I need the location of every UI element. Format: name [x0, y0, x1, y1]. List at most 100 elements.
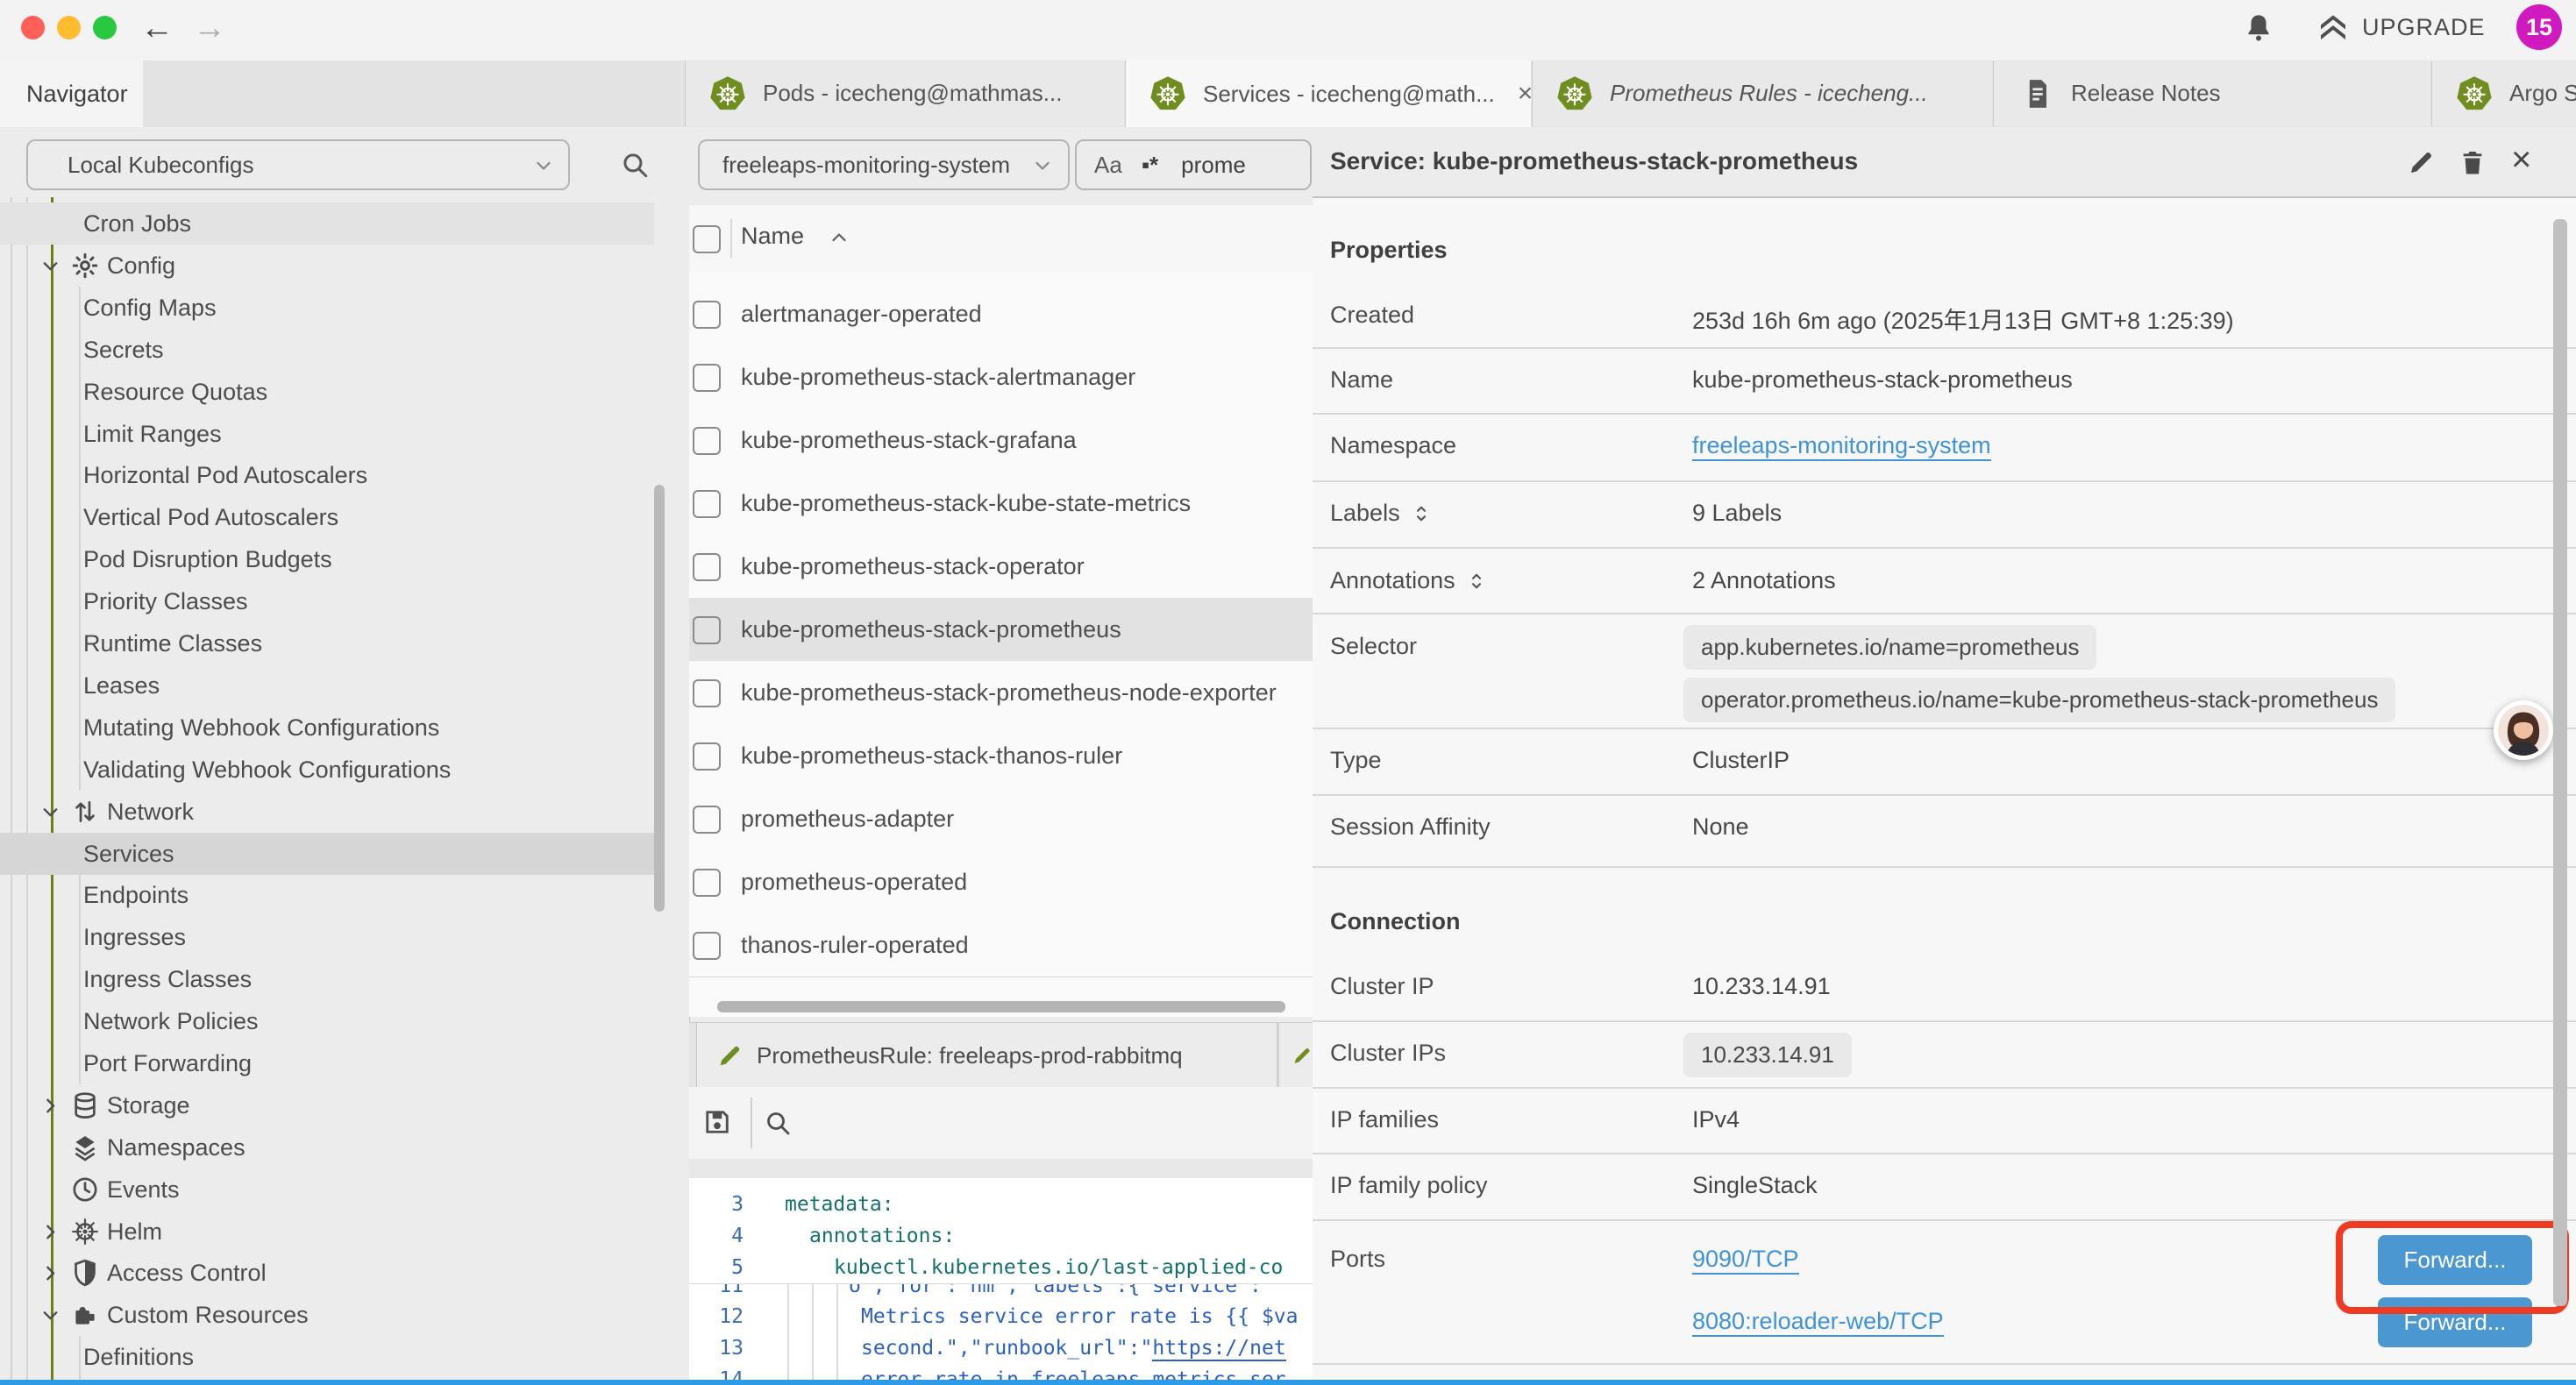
chevron-right-icon[interactable]	[39, 1094, 62, 1118]
yaml-editor[interactable]: 3metadata: 4annotations: 5kubectl.kubern…	[689, 1178, 1313, 1380]
window-minimize-button[interactable]	[57, 16, 81, 39]
list-search-input[interactable]: Aa ▪* prome	[1075, 139, 1312, 190]
sidebar-item-priority-classes[interactable]: Priority Classes	[0, 580, 654, 622]
notification-count-badge[interactable]: 15	[2516, 4, 2562, 50]
annotations-value[interactable]: 2 Annotations	[1692, 567, 1836, 594]
sidebar-item-namespaces[interactable]: Namespaces	[0, 1126, 654, 1168]
horizontal-scrollbar[interactable]	[717, 1001, 1285, 1012]
sidebar-item-horizontal-pod-autoscalers[interactable]: Horizontal Pod Autoscalers	[0, 454, 654, 496]
port-link-9090[interactable]: 9090/TCP	[1692, 1246, 1799, 1275]
sidebar-item-resource-quotas[interactable]: Resource Quotas	[0, 371, 654, 413]
code-link[interactable]: https://net	[1152, 1337, 1285, 1361]
chevron-down-icon[interactable]	[39, 1303, 62, 1327]
port-link-8080[interactable]: 8080:reloader-web/TCP	[1692, 1308, 1944, 1337]
chevron-down-icon[interactable]	[39, 254, 62, 278]
namespace-filter-dropdown[interactable]: freeleaps-monitoring-system	[698, 139, 1070, 190]
tab-argo[interactable]: Argo Se	[2431, 60, 2576, 126]
avatar[interactable]	[2494, 700, 2553, 760]
expand-collapse-icon[interactable]	[1409, 501, 1434, 526]
sidebar-group-helm[interactable]: Helm	[0, 1211, 654, 1253]
sidebar-item-definitions[interactable]: Definitions	[0, 1336, 654, 1378]
row-checkbox[interactable]	[693, 932, 721, 960]
expand-collapse-icon[interactable]	[1464, 569, 1489, 593]
notification-bell-icon[interactable]	[2242, 11, 2275, 45]
table-row[interactable]: prometheus-adapter	[689, 787, 1313, 851]
detail-scrollbar[interactable]	[2553, 219, 2567, 1306]
row-checkbox[interactable]	[693, 806, 721, 834]
table-row[interactable]: prometheus-operated	[689, 850, 1313, 914]
window-close-button[interactable]	[21, 16, 45, 39]
sidebar-group-storage[interactable]: Storage	[0, 1084, 654, 1126]
sidebar-item-runtime-classes[interactable]: Runtime Classes	[0, 622, 654, 664]
sidebar-item-vertical-pod-autoscalers[interactable]: Vertical Pod Autoscalers	[0, 496, 654, 538]
upgrade-button[interactable]: UPGRADE	[2362, 14, 2486, 41]
table-row-selected[interactable]: kube-prometheus-stack-prometheus	[689, 598, 1313, 662]
select-all-checkbox[interactable]	[693, 225, 721, 253]
table-row[interactable]: alertmanager-operated	[689, 282, 1313, 346]
editor-tab-partial[interactable]	[1278, 1023, 1314, 1088]
row-checkbox[interactable]	[693, 553, 721, 581]
row-checkbox[interactable]	[693, 616, 721, 644]
match-case-toggle[interactable]: Aa	[1094, 152, 1122, 179]
table-row[interactable]: kube-prometheus-stack-prometheus-node-ex…	[689, 661, 1313, 725]
table-row[interactable]: kube-prometheus-stack-alertmanager	[689, 345, 1313, 409]
sidebar-item-leases[interactable]: Leases	[0, 664, 654, 707]
row-checkbox[interactable]	[693, 679, 721, 707]
sidebar-item-ingress-classes[interactable]: Ingress Classes	[0, 958, 654, 1000]
editor-tab-prometheusrule[interactable]: PrometheusRule: freeleaps-prod-rabbitmq	[696, 1023, 1277, 1088]
close-tab-icon[interactable]: ×	[1518, 79, 1531, 109]
sidebar-item-pod-disruption-budgets[interactable]: Pod Disruption Budgets	[0, 538, 654, 580]
labels-value[interactable]: 9 Labels	[1692, 500, 1782, 527]
back-button[interactable]: ←	[140, 9, 174, 47]
sidebar-group-access-control[interactable]: Access Control	[0, 1252, 654, 1294]
sidebar-item-endpoints[interactable]: Endpoints	[0, 874, 654, 916]
tab-pods[interactable]: Pods - icecheng@mathmas...	[685, 60, 1124, 126]
delete-trash-icon[interactable]	[2458, 147, 2487, 177]
navigator-search-icon[interactable]	[619, 149, 651, 181]
save-icon[interactable]	[701, 1106, 733, 1138]
sidebar-group-config[interactable]: Config	[0, 245, 654, 287]
sidebar-item-secrets[interactable]: Secrets	[0, 329, 654, 371]
row-checkbox[interactable]	[693, 490, 721, 518]
sort-ascending-icon[interactable]	[828, 226, 850, 249]
close-panel-icon[interactable]: ×	[2511, 140, 2531, 180]
table-row[interactable]: kube-prometheus-stack-kube-state-metrics	[689, 472, 1313, 536]
row-checkbox[interactable]	[693, 869, 721, 897]
table-row[interactable]: kube-prometheus-stack-grafana	[689, 408, 1313, 472]
tab-prometheus-rules[interactable]: Prometheus Rules - icecheng...	[1532, 60, 1992, 126]
namespace-link[interactable]: freeleaps-monitoring-system	[1692, 432, 1991, 461]
upgrade-icon[interactable]	[2316, 11, 2351, 46]
editor-search-icon[interactable]	[763, 1108, 793, 1138]
sidebar-item-cron-jobs[interactable]: Cron Jobs	[0, 202, 654, 245]
sidebar-item-limit-ranges[interactable]: Limit Ranges	[0, 413, 654, 455]
sidebar-group-network[interactable]: Network	[0, 791, 654, 833]
chevron-right-icon[interactable]	[39, 1261, 62, 1285]
sidebar-item-network-policies[interactable]: Network Policies	[0, 1000, 654, 1042]
edit-pencil-icon[interactable]	[2407, 147, 2437, 177]
sidebar-item-mutating-webhook-configurations[interactable]: Mutating Webhook Configurations	[0, 707, 654, 749]
sidebar-item-ingresses[interactable]: Ingresses	[0, 916, 654, 958]
name-column-header[interactable]: Name	[741, 223, 804, 250]
sidebar-item-services[interactable]: Services	[0, 833, 654, 875]
tab-services[interactable]: Services - icecheng@math... ×	[1125, 60, 1531, 127]
sidebar-group-custom-resources[interactable]: Custom Resources	[0, 1294, 654, 1336]
sidebar-scrollbar[interactable]	[654, 485, 665, 912]
kubeconfig-selector[interactable]: Local Kubeconfigs	[26, 139, 570, 190]
sidebar-item-config-maps[interactable]: Config Maps	[0, 287, 654, 329]
table-row[interactable]: kube-prometheus-stack-thanos-ruler	[689, 724, 1313, 788]
chevron-down-icon[interactable]	[39, 800, 62, 824]
sidebar-item-port-forwarding[interactable]: Port Forwarding	[0, 1042, 654, 1084]
table-row[interactable]: kube-prometheus-stack-operator	[689, 535, 1313, 599]
sidebar-item-events[interactable]: Events	[0, 1168, 654, 1211]
row-checkbox[interactable]	[693, 742, 721, 771]
forward-button[interactable]: →	[193, 9, 226, 47]
sidebar-item-validating-webhook-configurations[interactable]: Validating Webhook Configurations	[0, 749, 654, 791]
window-zoom-button[interactable]	[93, 16, 117, 39]
row-checkbox[interactable]	[693, 427, 721, 455]
row-checkbox[interactable]	[693, 364, 721, 392]
navigator-panel-tab[interactable]: Navigator	[0, 60, 143, 127]
regex-toggle[interactable]: ▪*	[1142, 152, 1158, 179]
tab-release-notes[interactable]: Release Notes	[1993, 60, 2430, 126]
chevron-right-icon[interactable]	[39, 1220, 62, 1244]
row-checkbox[interactable]	[693, 301, 721, 329]
